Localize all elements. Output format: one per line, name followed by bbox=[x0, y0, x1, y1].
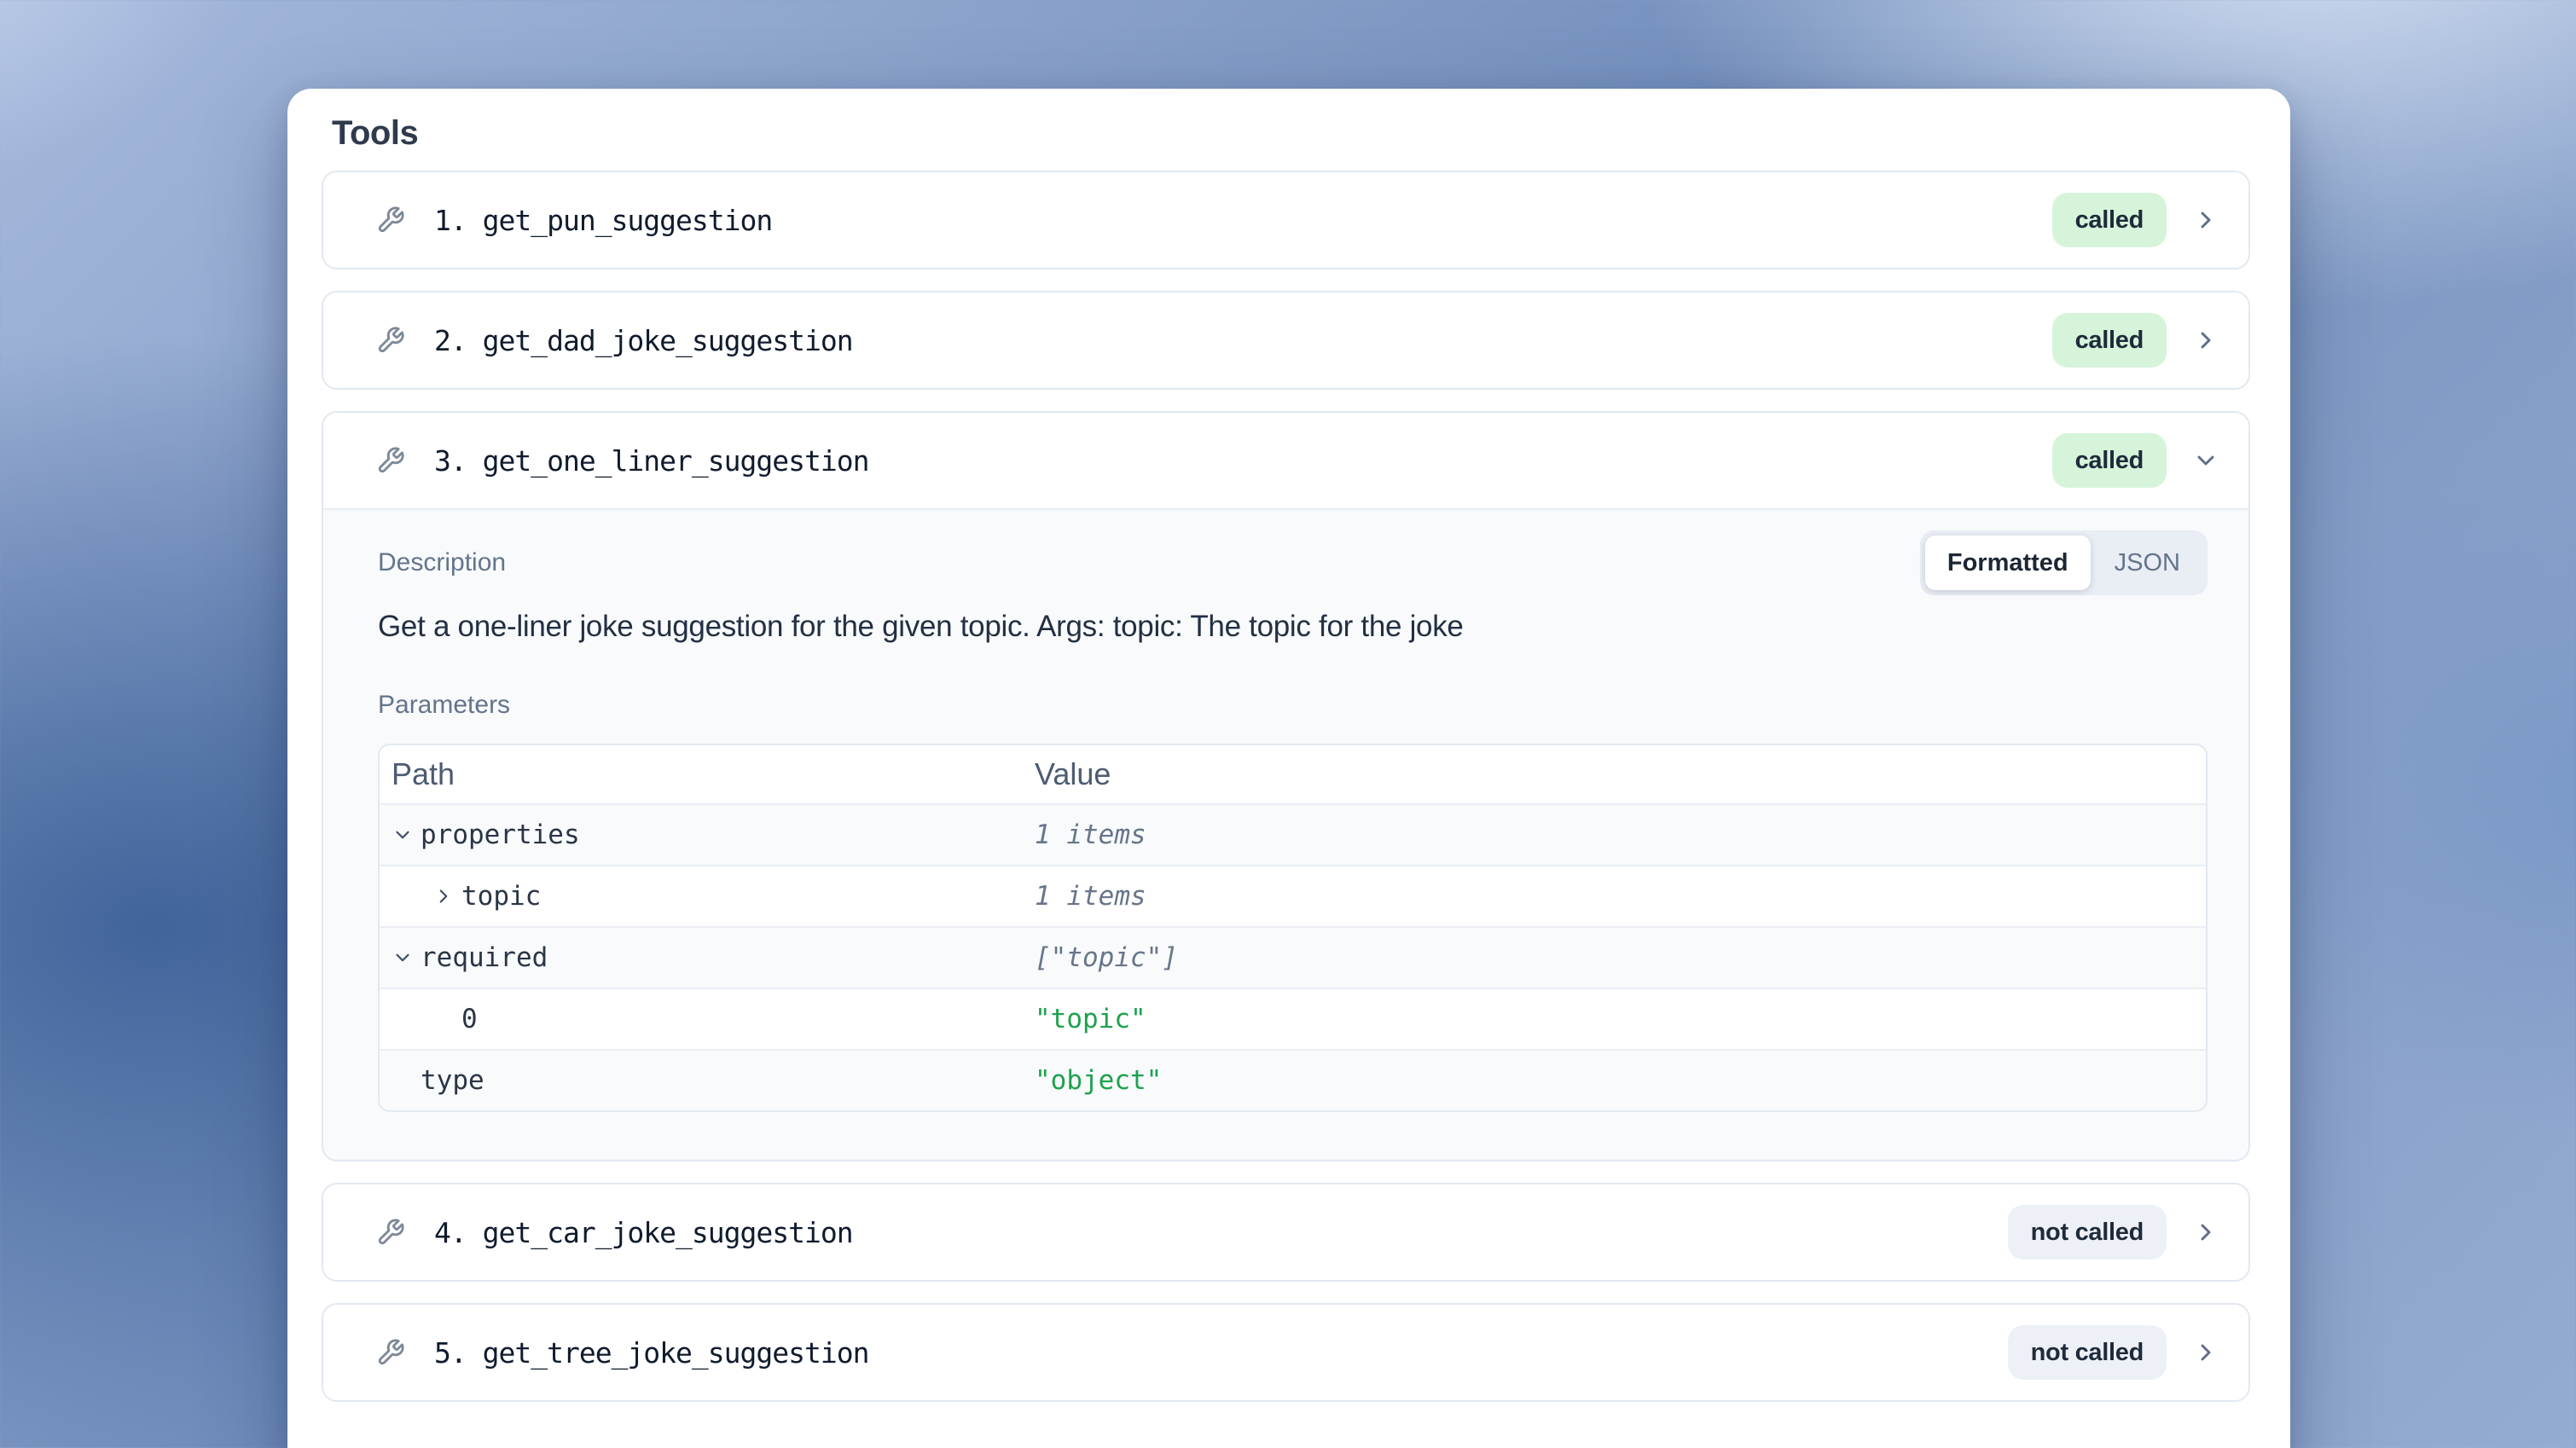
tool-row-header[interactable]: 5. get_tree_joke_suggestion not called bbox=[323, 1305, 2248, 1400]
chevron-down-icon bbox=[2192, 447, 2219, 474]
formatted-tab[interactable]: Formatted bbox=[1925, 536, 2091, 590]
chevron-right-icon bbox=[2192, 1339, 2219, 1366]
status-badge: not called bbox=[2008, 1205, 2167, 1260]
tool-description: Get a one-liner joke suggestion for the … bbox=[378, 607, 2208, 646]
parameter-key: type bbox=[421, 1065, 484, 1096]
tool-row: 2. get_dad_joke_suggestion called bbox=[322, 291, 2250, 390]
value-column-header: Value bbox=[1035, 745, 2206, 803]
chevron-down-icon bbox=[392, 824, 421, 846]
json-tab[interactable]: JSON bbox=[2092, 536, 2202, 590]
tool-row: 4. get_car_joke_suggestion not called bbox=[322, 1183, 2250, 1282]
chevron-right-icon bbox=[2192, 1219, 2219, 1246]
tool-row: 1. get_pun_suggestion called bbox=[322, 171, 2250, 269]
description-label: Description bbox=[378, 548, 506, 577]
parameter-row[interactable]: topic 1 items bbox=[380, 865, 2206, 926]
tool-row-header[interactable]: 4. get_car_joke_suggestion not called bbox=[323, 1184, 2248, 1280]
chevron-right-icon bbox=[432, 885, 461, 907]
tool-name: 1. get_pun_suggestion bbox=[434, 204, 772, 237]
status-badge: called bbox=[2052, 193, 2167, 247]
parameters-table: Path Value properties 1 items topic 1 bbox=[378, 744, 2208, 1112]
panel-title: Tools bbox=[332, 113, 2250, 153]
tool-name: 4. get_car_joke_suggestion bbox=[434, 1216, 853, 1249]
wrench-icon bbox=[376, 1338, 405, 1367]
parameter-row[interactable]: properties 1 items bbox=[380, 803, 2206, 865]
tool-detail: Description Formatted JSON Get a one-lin… bbox=[323, 508, 2248, 1160]
tool-row: 5. get_tree_joke_suggestion not called bbox=[322, 1303, 2250, 1402]
wrench-icon bbox=[376, 206, 405, 235]
status-badge: not called bbox=[2008, 1325, 2167, 1380]
tools-panel: Tools 1. get_pun_suggestion called 2. ge… bbox=[287, 89, 2290, 1448]
parameter-row: 0 "topic" bbox=[380, 988, 2206, 1049]
status-badge: called bbox=[2052, 433, 2167, 488]
table-header-row: Path Value bbox=[380, 745, 2206, 803]
parameter-value: 1 items bbox=[1035, 881, 1146, 912]
wrench-icon bbox=[376, 326, 405, 355]
chevron-right-icon bbox=[2192, 327, 2219, 354]
tool-row-header[interactable]: 2. get_dad_joke_suggestion called bbox=[323, 292, 2248, 388]
chevron-right-icon bbox=[2192, 206, 2219, 234]
format-toggle: Formatted JSON bbox=[1920, 530, 2208, 595]
parameter-row: type "object" bbox=[380, 1049, 2206, 1110]
tool-name: 3. get_one_liner_suggestion bbox=[434, 444, 868, 478]
parameters-label: Parameters bbox=[378, 691, 2208, 720]
status-badge: called bbox=[2052, 313, 2167, 368]
parameter-key: properties bbox=[421, 820, 580, 850]
parameter-value: "topic" bbox=[1035, 1004, 1146, 1034]
wrench-icon bbox=[376, 446, 405, 475]
tool-row-expanded: 3. get_one_liner_suggestion called Descr… bbox=[322, 411, 2250, 1161]
parameter-row[interactable]: required ["topic"] bbox=[380, 926, 2206, 988]
parameter-key: required bbox=[421, 942, 548, 973]
wrench-icon bbox=[376, 1218, 405, 1247]
parameter-value: 1 items bbox=[1035, 820, 1146, 850]
tool-row-header[interactable]: 3. get_one_liner_suggestion called bbox=[323, 413, 2248, 508]
path-column-header: Path bbox=[380, 745, 1035, 803]
chevron-down-icon bbox=[392, 947, 421, 969]
parameter-key: topic bbox=[461, 881, 541, 912]
parameter-key: 0 bbox=[461, 1004, 478, 1034]
tool-name: 5. get_tree_joke_suggestion bbox=[434, 1336, 868, 1370]
parameter-value: ["topic"] bbox=[1035, 942, 1178, 973]
parameter-value: "object" bbox=[1035, 1065, 1162, 1096]
tool-name: 2. get_dad_joke_suggestion bbox=[434, 324, 853, 357]
tool-row-header[interactable]: 1. get_pun_suggestion called bbox=[323, 172, 2248, 268]
